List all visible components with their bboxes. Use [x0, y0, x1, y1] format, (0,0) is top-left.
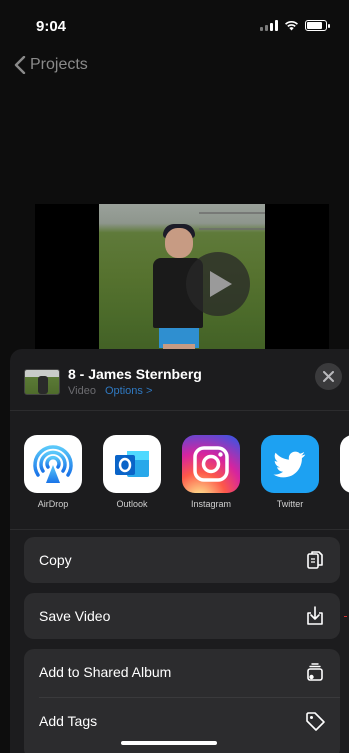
- app-twitter[interactable]: Twitter: [261, 435, 319, 509]
- share-apps-row: AirDrop Outlook Instagram Twitter: [10, 435, 349, 521]
- options-link[interactable]: Options >: [105, 385, 152, 397]
- action-label: Copy: [39, 552, 72, 568]
- share-subtitle: Video Options >: [68, 385, 152, 397]
- airdrop-icon: [24, 435, 82, 493]
- app-label: Twitter: [276, 499, 304, 509]
- app-partial[interactable]: [340, 435, 349, 493]
- edge-mark: [344, 616, 347, 617]
- screen: 9:04 Projects 8 - James Sternberg Video …: [0, 0, 349, 753]
- share-sheet-header: 8 - James Sternberg Video Options >: [10, 349, 349, 411]
- cellular-signal-icon: [260, 20, 278, 31]
- status-time: 9:04: [36, 18, 67, 35]
- add-tags-action[interactable]: Add Tags: [24, 698, 340, 746]
- status-icons: [260, 20, 330, 31]
- chevron-left-icon: [14, 56, 26, 74]
- close-button[interactable]: [315, 363, 342, 390]
- battery-icon: [305, 20, 330, 31]
- divider: [10, 529, 349, 530]
- battery-level: [307, 22, 323, 29]
- copy-icon: [307, 551, 323, 569]
- back-label: Projects: [30, 56, 88, 73]
- video-preview[interactable]: [35, 204, 329, 364]
- back-button[interactable]: Projects: [14, 56, 88, 74]
- background-fence: [199, 212, 265, 230]
- shared-album-icon: [307, 663, 323, 681]
- tag-icon: [306, 712, 325, 731]
- app-airdrop[interactable]: AirDrop: [24, 435, 82, 509]
- app-label: Outlook: [116, 499, 148, 509]
- share-title: 8 - James Sternberg: [68, 366, 202, 382]
- action-label: Add Tags: [39, 713, 98, 729]
- play-button[interactable]: [186, 252, 250, 316]
- add-to-shared-album-action[interactable]: Add to Shared Album: [24, 649, 340, 697]
- action-label: Save Video: [39, 608, 111, 624]
- app-label: Instagram: [190, 499, 232, 509]
- app-label: AirDrop: [37, 499, 69, 509]
- share-sheet: 8 - James Sternberg Video Options > AirD…: [10, 349, 349, 753]
- save-video-action[interactable]: Save Video: [24, 593, 340, 639]
- app-instagram[interactable]: Instagram: [182, 435, 240, 509]
- home-indicator[interactable]: [121, 741, 217, 745]
- instagram-icon: [182, 435, 240, 493]
- twitter-icon: [261, 435, 319, 493]
- action-label: Add to Shared Album: [39, 664, 172, 680]
- more-app-icon: [340, 435, 349, 493]
- app-outlook[interactable]: Outlook: [103, 435, 161, 509]
- figure-head: [165, 228, 193, 258]
- wifi-icon: [285, 20, 298, 31]
- close-icon: [323, 371, 334, 382]
- play-icon: [210, 271, 232, 297]
- share-type: Video: [68, 385, 96, 397]
- secondary-actions: Add to Shared Album Add Tags: [24, 649, 340, 753]
- copy-action[interactable]: Copy: [24, 537, 340, 583]
- save-icon: [307, 606, 323, 625]
- video-thumbnail: [24, 369, 60, 395]
- outlook-icon: [103, 435, 161, 493]
